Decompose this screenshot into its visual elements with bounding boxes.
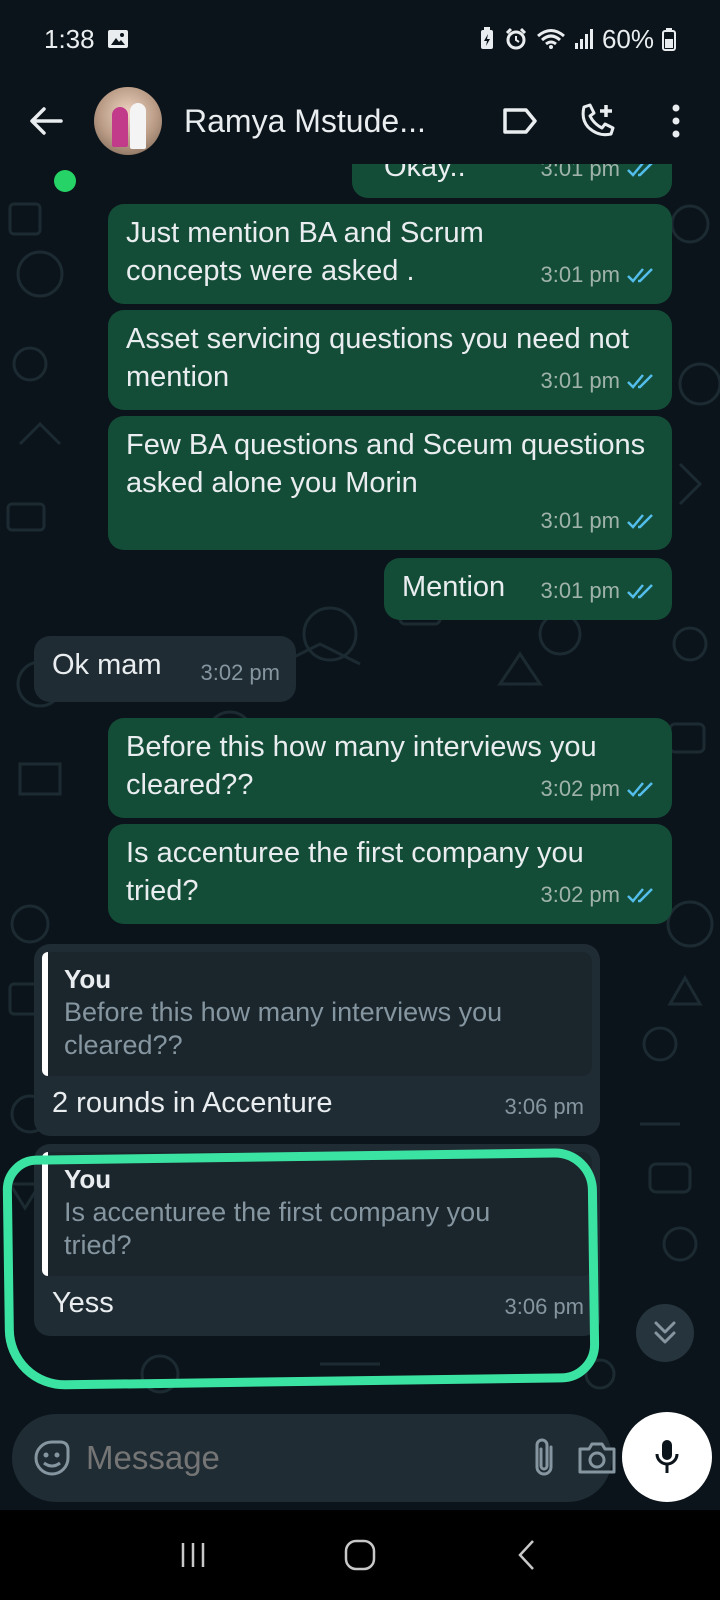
message-time: 3:01 pm (540, 508, 621, 533)
message-time: 3:01 pm (540, 368, 621, 393)
message-bubble-outgoing[interactable]: Few BA questions and Sceum questions ask… (108, 416, 672, 550)
chat-header: Ramya Mstude... (0, 78, 720, 164)
recents-icon (182, 1543, 205, 1567)
message-bubble-outgoing[interactable]: Before this how many interviews you clea… (108, 718, 672, 818)
message-time: 3:01 pm (540, 578, 621, 603)
back-button[interactable] (6, 81, 86, 161)
voice-message-button[interactable] (622, 1412, 712, 1502)
scroll-to-bottom-button[interactable] (636, 1304, 694, 1362)
quote-text: Before this how many interviews you clea… (64, 997, 503, 1060)
emoji-sticker-button[interactable] (32, 1432, 72, 1484)
read-ticks-icon (626, 512, 656, 530)
message-bubble-outgoing[interactable]: Is accenturee the first company you trie… (108, 824, 672, 924)
message-bubble-incoming[interactable]: Ok mam 3:02 pm (34, 636, 296, 702)
alarm-icon (504, 27, 528, 51)
message-bubble-outgoing[interactable]: Mention 3:01 pm (384, 558, 672, 620)
quoted-message[interactable]: You Is accenturee the first company you … (42, 1152, 592, 1276)
message-input-container (12, 1414, 616, 1502)
more-options-button[interactable] (652, 97, 700, 145)
attach-button[interactable] (529, 1432, 559, 1484)
battery-icon (662, 27, 676, 51)
system-back-button[interactable] (497, 1525, 557, 1585)
message-bubble-outgoing[interactable]: Just mention BA and Scrum concepts were … (108, 204, 672, 304)
home-button[interactable] (330, 1525, 390, 1585)
read-ticks-icon (626, 164, 656, 178)
read-ticks-icon (626, 780, 656, 798)
attach-icon (535, 1438, 553, 1476)
camera-icon (578, 1442, 616, 1474)
message-bubble-incoming[interactable]: You Is accenturee the first company you … (34, 1144, 600, 1336)
message-time: 3:02 pm (540, 776, 621, 801)
emoji-sticker-icon (34, 1440, 70, 1476)
status-bar: 1:38 60% (0, 0, 720, 78)
add-call-icon (581, 103, 615, 137)
read-ticks-icon (626, 582, 656, 600)
message-bubble-incoming[interactable]: You Before this how many interviews you … (34, 944, 600, 1136)
quote-author: You (64, 1164, 112, 1194)
quote-text: Is accenturee the first company you trie… (64, 1197, 491, 1260)
read-ticks-icon (626, 266, 656, 284)
back-icon (517, 1540, 534, 1570)
more-options-icon (672, 104, 680, 138)
recents-button[interactable] (163, 1525, 223, 1585)
message-time: 3:02 pm (200, 660, 281, 685)
home-icon (344, 1539, 376, 1571)
back-arrow-icon (30, 107, 63, 135)
contact-name[interactable]: Ramya Mstude... (184, 103, 446, 140)
chat-area[interactable]: Okay.. 3:01 pm Just mention BA and Scrum… (0, 164, 720, 1404)
message-text: Few BA questions and Sceum questions ask… (126, 429, 646, 499)
add-call-button[interactable] (574, 97, 622, 145)
contact-avatar[interactable] (94, 87, 162, 155)
quote-author: You (64, 964, 112, 994)
message-time: 3:02 pm (540, 882, 621, 907)
composer-bar (0, 1412, 720, 1508)
read-ticks-icon (626, 886, 656, 904)
label-button[interactable] (496, 97, 544, 145)
quoted-message[interactable]: You Before this how many interviews you … (42, 952, 592, 1076)
message-input[interactable] (86, 1439, 511, 1477)
system-nav-bar (0, 1510, 720, 1600)
wifi-icon (536, 28, 566, 50)
mic-icon (655, 1440, 679, 1473)
label-icon (503, 108, 537, 134)
signal-icon (574, 28, 594, 50)
message-text: Just mention BA and Scrum concepts were … (126, 217, 484, 287)
message-bubble-outgoing[interactable]: Asset servicing questions you need not m… (108, 310, 672, 410)
message-time: 3:01 pm (540, 262, 621, 287)
gallery-icon (107, 29, 129, 49)
message-time: 3:06 pm (504, 1094, 585, 1119)
battery-saver-icon (478, 27, 496, 51)
message-time: 3:01 pm (540, 164, 621, 181)
message-time: 3:06 pm (504, 1294, 585, 1319)
message-bubble-outgoing[interactable]: Okay.. 3:01 pm (352, 164, 672, 198)
online-indicator (54, 170, 76, 192)
camera-button[interactable] (577, 1432, 617, 1484)
battery-percent: 60% (601, 23, 654, 54)
read-ticks-icon (626, 372, 656, 390)
status-time: 1:38 (44, 23, 95, 54)
double-chevron-down-icon (654, 1321, 676, 1344)
